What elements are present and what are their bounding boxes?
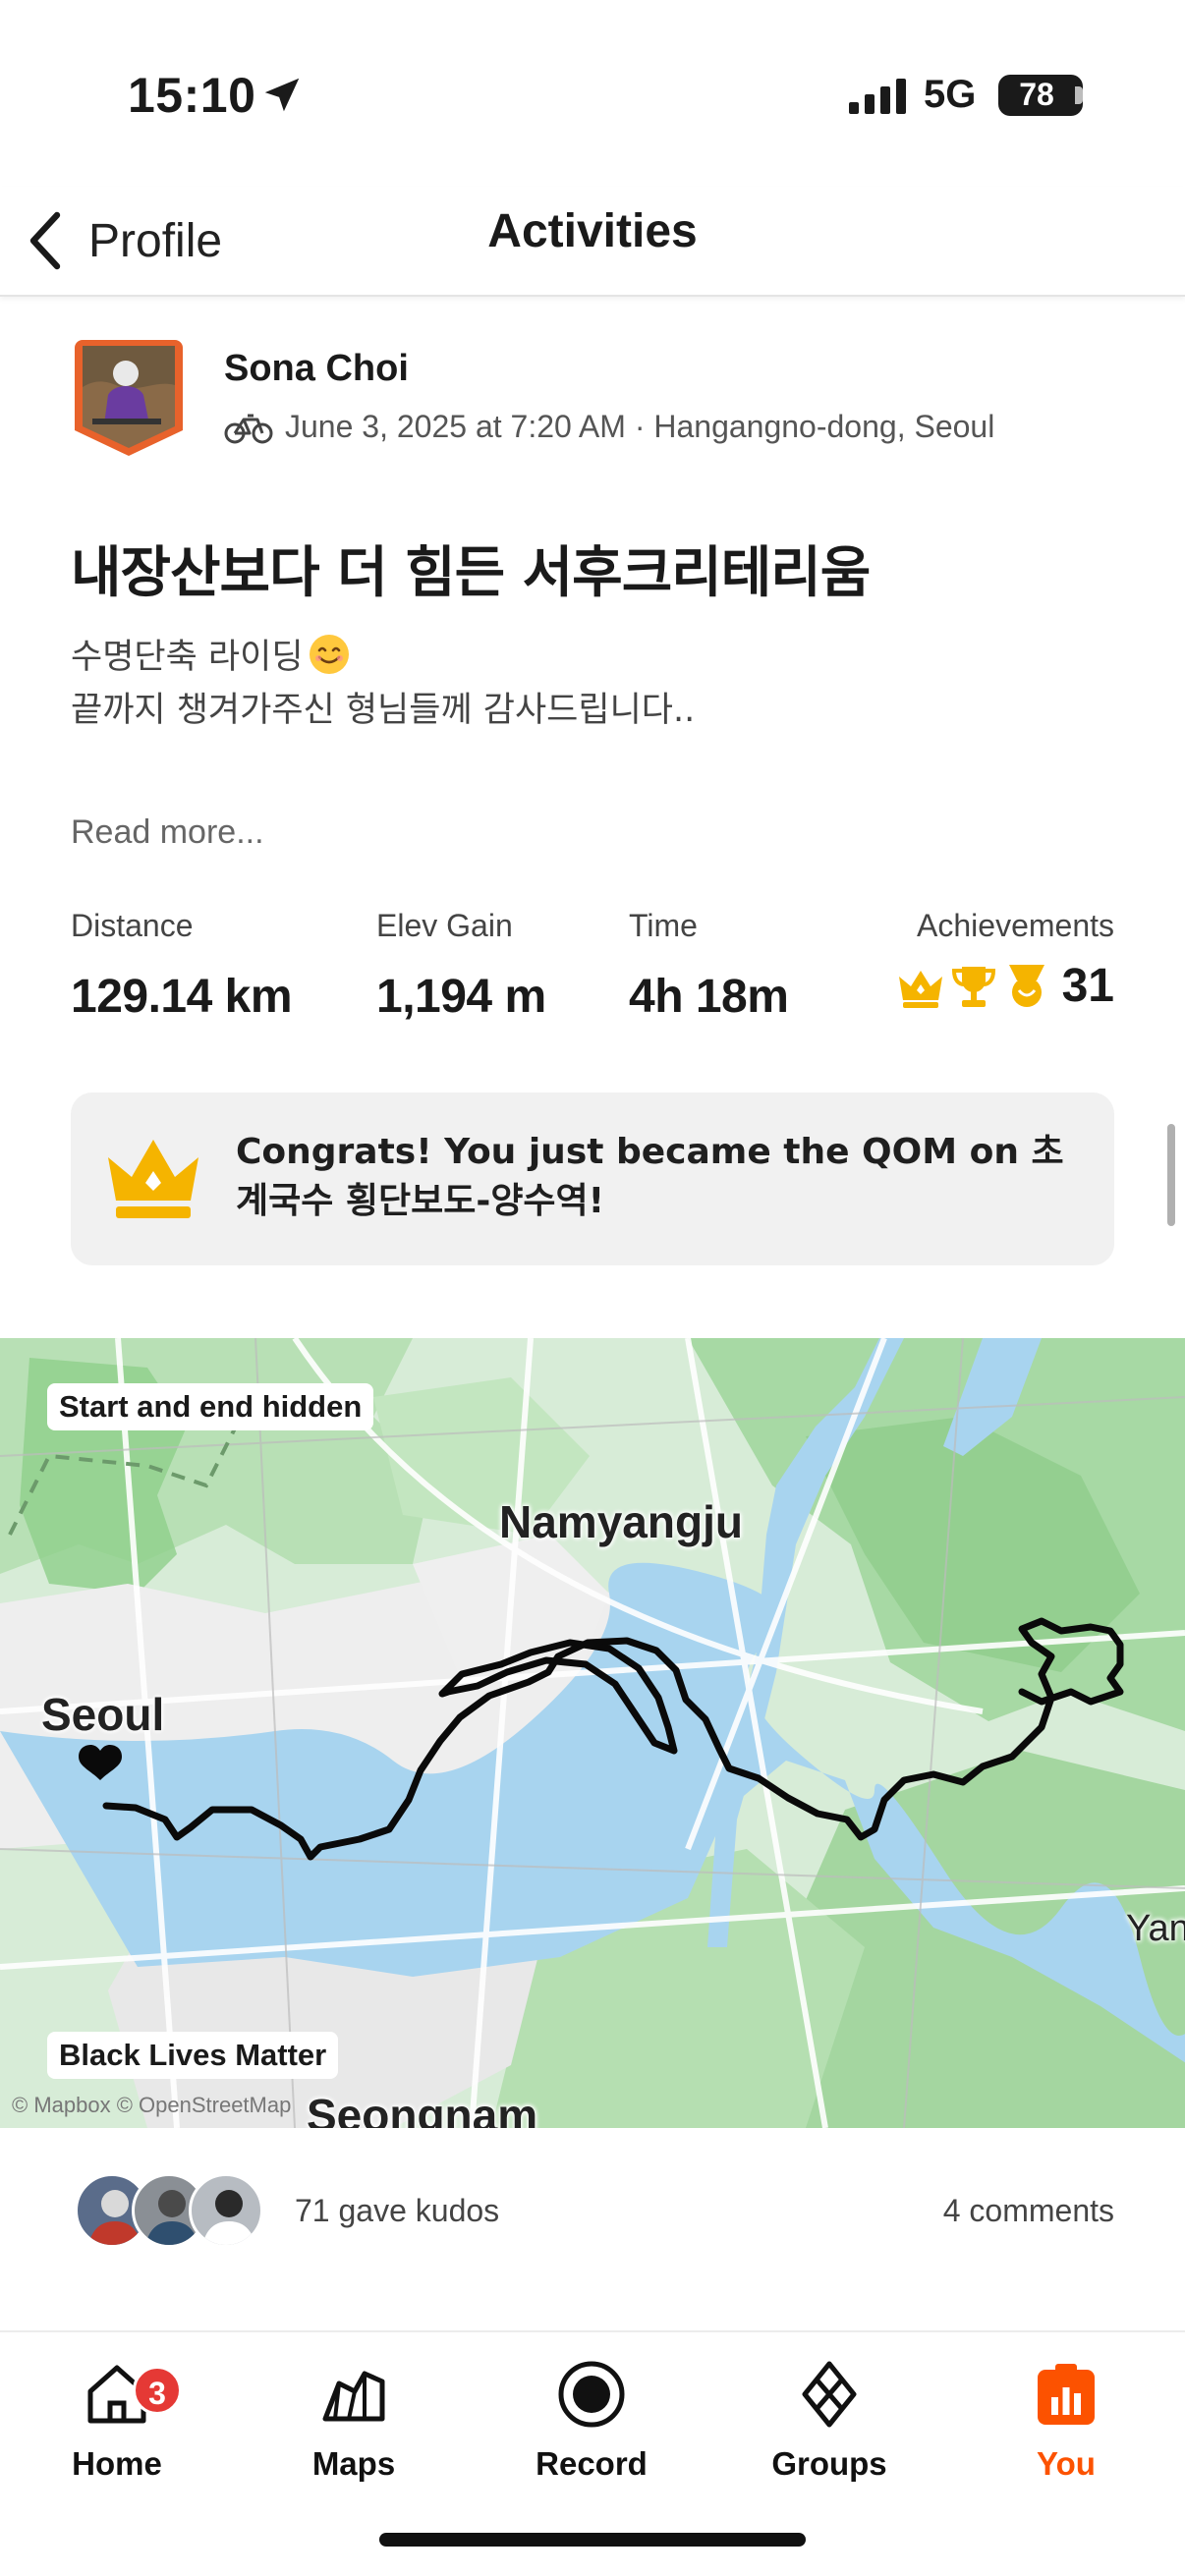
read-more-link[interactable]: Read more... xyxy=(71,813,264,852)
you-icon xyxy=(1038,2364,1095,2425)
battery-level: 78 xyxy=(1019,77,1054,112)
activity-meta: June 3, 2025 at 7:20 AM · Hangangno-dong… xyxy=(224,409,994,445)
activity-title[interactable]: 내장산보다 더 힘든 서후크리테리움 xyxy=(71,529,871,608)
tab-label: Home xyxy=(72,2445,162,2482)
route-map[interactable]: Start and end hidden Namyangju Seoul Yan… xyxy=(0,1338,1185,2128)
kudos-avatars[interactable] xyxy=(75,2173,271,2248)
kudos-count[interactable]: 71 gave kudos xyxy=(295,2193,499,2229)
map-attribution[interactable]: © Mapbox © OpenStreetMap xyxy=(12,2093,291,2118)
maps-icon xyxy=(322,2371,385,2422)
location-arrow-icon xyxy=(264,78,300,112)
trophy-icon xyxy=(951,966,995,1007)
athlete-avatar[interactable] xyxy=(75,340,183,456)
overlay-label: Black Lives Matter xyxy=(47,2032,339,2079)
tab-you[interactable]: You xyxy=(968,2344,1164,2511)
stat-time: Time 4h 18m xyxy=(629,908,789,1024)
stat-value: 129.14 km xyxy=(71,971,293,1023)
cellular-signal-icon xyxy=(849,79,906,114)
bike-icon xyxy=(224,414,273,443)
back-button[interactable]: Profile xyxy=(22,198,222,283)
battery-tip xyxy=(1075,86,1083,104)
achievements-count: 31 xyxy=(1061,960,1114,1012)
athlete-name[interactable]: Sona Choi xyxy=(224,348,409,390)
stat-value: 4h 18m xyxy=(629,971,789,1023)
comments-count[interactable]: 4 comments xyxy=(943,2193,1114,2229)
tab-record[interactable]: Record xyxy=(493,2344,690,2511)
qom-banner[interactable]: Congrats! You just became the QOM on 초계국… xyxy=(71,1092,1114,1265)
tab-label: Maps xyxy=(311,2445,396,2482)
qom-message: Congrats! You just became the QOM on 초계국… xyxy=(236,1132,1064,1221)
network-type: 5G xyxy=(924,73,977,116)
route-line xyxy=(79,1617,1124,1861)
stat-label: Distance xyxy=(71,908,194,943)
city-label-yang: Yan xyxy=(1126,1908,1185,1949)
tab-groups[interactable]: Groups xyxy=(731,2344,928,2511)
description-line-2: 끝까지 챙겨가주신 형님들께 감사드립니다.. xyxy=(71,691,696,730)
stat-value: 1,194 m xyxy=(376,971,546,1023)
city-label-namyangju: Namyangju xyxy=(499,1496,743,1547)
tab-home[interactable]: Home 3 xyxy=(19,2344,215,2511)
nav-header: Profile Activities xyxy=(0,187,1185,297)
tab-maps[interactable]: Maps xyxy=(255,2344,452,2511)
stat-label: Time xyxy=(629,908,698,943)
tab-label: You xyxy=(1037,2445,1096,2482)
groups-icon xyxy=(802,2361,857,2428)
stat-label: Elev Gain xyxy=(376,908,513,943)
back-label: Profile xyxy=(88,214,223,267)
stat-elev-gain: Elev Gain 1,194 m xyxy=(376,908,546,1024)
scroll-indicator[interactable] xyxy=(1167,1124,1175,1226)
crown-icon xyxy=(108,1140,198,1218)
kudos-avatar xyxy=(189,2173,263,2248)
notification-badge: 3 xyxy=(133,2366,182,2415)
record-icon xyxy=(558,2361,625,2428)
stat-distance: Distance 129.14 km xyxy=(71,908,293,1024)
crown-icon xyxy=(898,970,942,1008)
privacy-label: Start and end hidden xyxy=(47,1383,374,1430)
city-label-seoul: Seoul xyxy=(41,1689,165,1740)
home-indicator[interactable] xyxy=(379,2533,806,2547)
achievements-label: Achievements xyxy=(917,908,1114,943)
avatar-photo xyxy=(75,340,183,456)
activity-date-location: June 3, 2025 at 7:20 AM · Hangangno-dong… xyxy=(285,409,995,444)
status-bar: 15:10 5G 78 xyxy=(0,0,1185,187)
medal-icon xyxy=(1008,964,1044,1007)
status-time: 15:10 xyxy=(128,68,256,123)
city-label-seongnam: Seongnam xyxy=(307,2090,538,2128)
activity-description: 수명단축 라이딩 끝까지 챙겨가주신 형님들께 감사드립니다.. xyxy=(71,631,695,737)
description-line-1: 수명단축 라이딩 xyxy=(71,638,304,677)
tab-label: Groups xyxy=(771,2445,887,2482)
smiling-face-icon xyxy=(309,635,349,674)
achievements-row[interactable]: 31 xyxy=(895,959,1114,1013)
tab-label: Record xyxy=(536,2445,648,2482)
chevron-left-icon xyxy=(29,211,61,270)
